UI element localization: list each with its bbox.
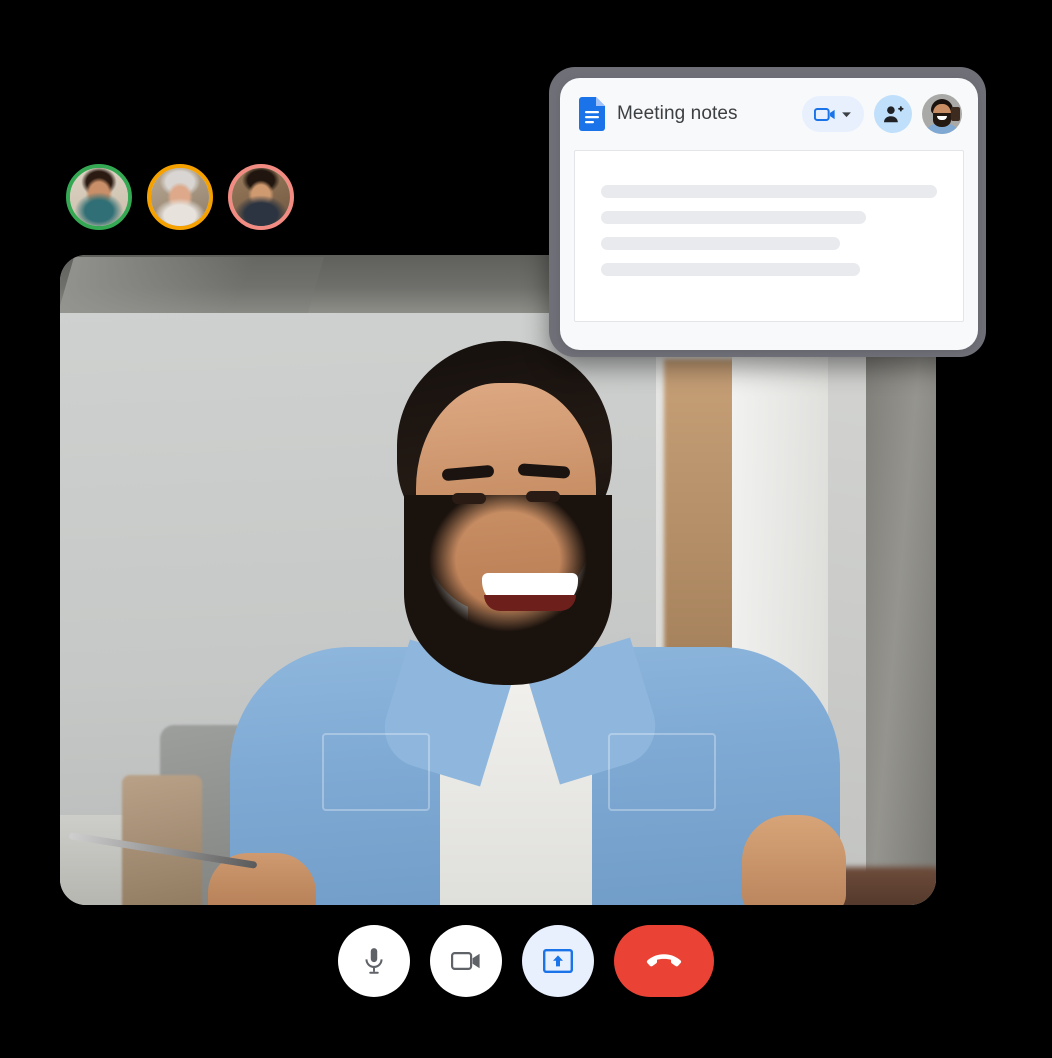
video-camera-icon [451,951,481,971]
chevron-down-icon [841,111,852,118]
account-avatar[interactable] [922,94,962,134]
add-people-button[interactable] [874,95,912,133]
call-end-icon [646,953,682,969]
notes-header-actions [802,94,962,134]
microphone-button[interactable] [338,925,410,997]
meet-call-scene: Meeting notes [0,0,1052,1058]
end-call-button[interactable] [614,925,714,997]
avatar-photo [232,168,290,226]
doc-placeholder-line [601,237,840,250]
avatar-mug [951,107,960,121]
doc-placeholder-line [601,263,860,276]
notes-window-header: Meeting notes [560,78,978,150]
doc-placeholder-line [601,211,867,224]
video-bg-beam [60,257,325,313]
video-bg-pillar [866,295,936,905]
person-mouth-inner [484,595,576,611]
doc-placeholder-line [601,185,937,198]
avatar-participant-3[interactable] [228,164,294,230]
video-bg-chair-arm [122,775,202,905]
notes-document-title: Meeting notes [617,103,738,124]
notes-document-body[interactable] [574,150,964,322]
google-docs-icon [579,97,605,131]
avatar-photo [151,168,209,226]
present-screen-button[interactable] [522,925,594,997]
avatar-photo [70,168,128,226]
person-pocket-left [322,733,430,811]
camera-button[interactable] [430,925,502,997]
avatar-participant-1[interactable] [66,164,132,230]
person-eye-right [526,491,560,502]
video-camera-icon [814,107,836,122]
present-screen-icon [543,949,573,973]
meeting-controls-bar [0,925,1052,997]
present-to-meeting-button[interactable] [802,96,864,132]
person-eye-left [452,493,486,504]
meeting-notes-window[interactable]: Meeting notes [560,78,978,350]
person-hand-right [742,815,846,905]
microphone-icon [361,947,387,975]
person-add-icon [883,105,904,124]
participant-avatar-strip [66,164,294,230]
person-pocket-right [608,733,716,811]
avatar-participant-2[interactable] [147,164,213,230]
